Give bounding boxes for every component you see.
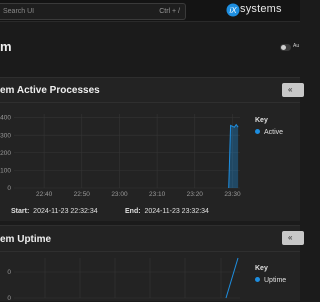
card-active-processes: em Active Processes « 0 100 200 300 400 22:40… — [0, 77, 304, 221]
series-line-uptime — [225, 257, 239, 299]
legend-title-uptime: Key — [255, 265, 268, 272]
y-tick-label: 0 — [7, 295, 11, 302]
chevron-left-double-icon: « — [288, 233, 293, 242]
range-start-label: Start: — [11, 208, 30, 215]
x-tick-label: 23:00 — [111, 191, 128, 198]
range-start-value: 2024-11-23 22:32:34 — [33, 208, 98, 215]
x-tick-label: 22:40 — [36, 191, 53, 198]
toggle-knob — [281, 45, 286, 50]
search-input[interactable]: Search UI Ctrl + / — [0, 3, 186, 20]
y-tick-label: 400 — [0, 115, 11, 122]
x-tick-label: 23:20 — [187, 191, 204, 198]
range-end-label: End: — [125, 208, 141, 215]
card-divider — [0, 102, 300, 103]
x-tick-label: 22:50 — [74, 191, 91, 198]
search-shortcut-hint: Ctrl + / — [159, 8, 180, 15]
auto-refresh-label: Au — [293, 43, 300, 49]
legend-dot-icon — [255, 277, 260, 282]
legend-item-uptime[interactable]: Uptime — [255, 277, 286, 284]
card-title-active-processes: em Active Processes — [0, 85, 100, 96]
uptime-chart: 00 — [7, 257, 240, 302]
range-start: Start: 2024-11-23 22:32:34 — [11, 208, 98, 215]
page-title: m — [0, 39, 12, 54]
brand-logo-text: systems — [240, 3, 282, 15]
legend-item-active[interactable]: Active — [255, 129, 283, 136]
ix-logo-icon: iX — [226, 3, 240, 17]
y-tick-label: 0 — [7, 185, 11, 192]
legend-dot-icon — [255, 129, 260, 134]
legend-label-uptime: Uptime — [264, 277, 287, 284]
auto-refresh-toggle[interactable] — [280, 44, 291, 51]
previous-range-button[interactable]: « — [282, 83, 304, 97]
y-tick-label: 0 — [7, 269, 11, 276]
x-tick-label: 23:10 — [149, 191, 166, 198]
top-bar: Search UI Ctrl + / iX systems — [0, 0, 300, 22]
active-processes-chart: 0 100 200 300 400 22:40 22:50 23:00 23:10 23:20 23… — [0, 114, 241, 198]
y-tick-label: 100 — [0, 168, 11, 175]
legend-title: Key — [255, 117, 268, 124]
range-end-value: 2024-11-23 23:32:34 — [144, 208, 209, 215]
legend-label: Active — [264, 129, 284, 136]
y-tick-label: 300 — [0, 132, 11, 139]
card-uptime: em Uptime « 00 Key Uptime — [0, 225, 304, 302]
x-tick-label: 23:30 — [224, 191, 241, 198]
range-end: End: 2024-11-23 23:32:34 — [125, 208, 209, 215]
search-placeholder: Search UI — [3, 8, 35, 15]
svg-text:iX: iX — [229, 6, 237, 15]
previous-range-button-uptime[interactable]: « — [282, 231, 304, 245]
chevron-left-double-icon: « — [288, 85, 293, 94]
y-tick-label: 200 — [0, 150, 11, 157]
card-title-uptime: em Uptime — [0, 234, 52, 245]
